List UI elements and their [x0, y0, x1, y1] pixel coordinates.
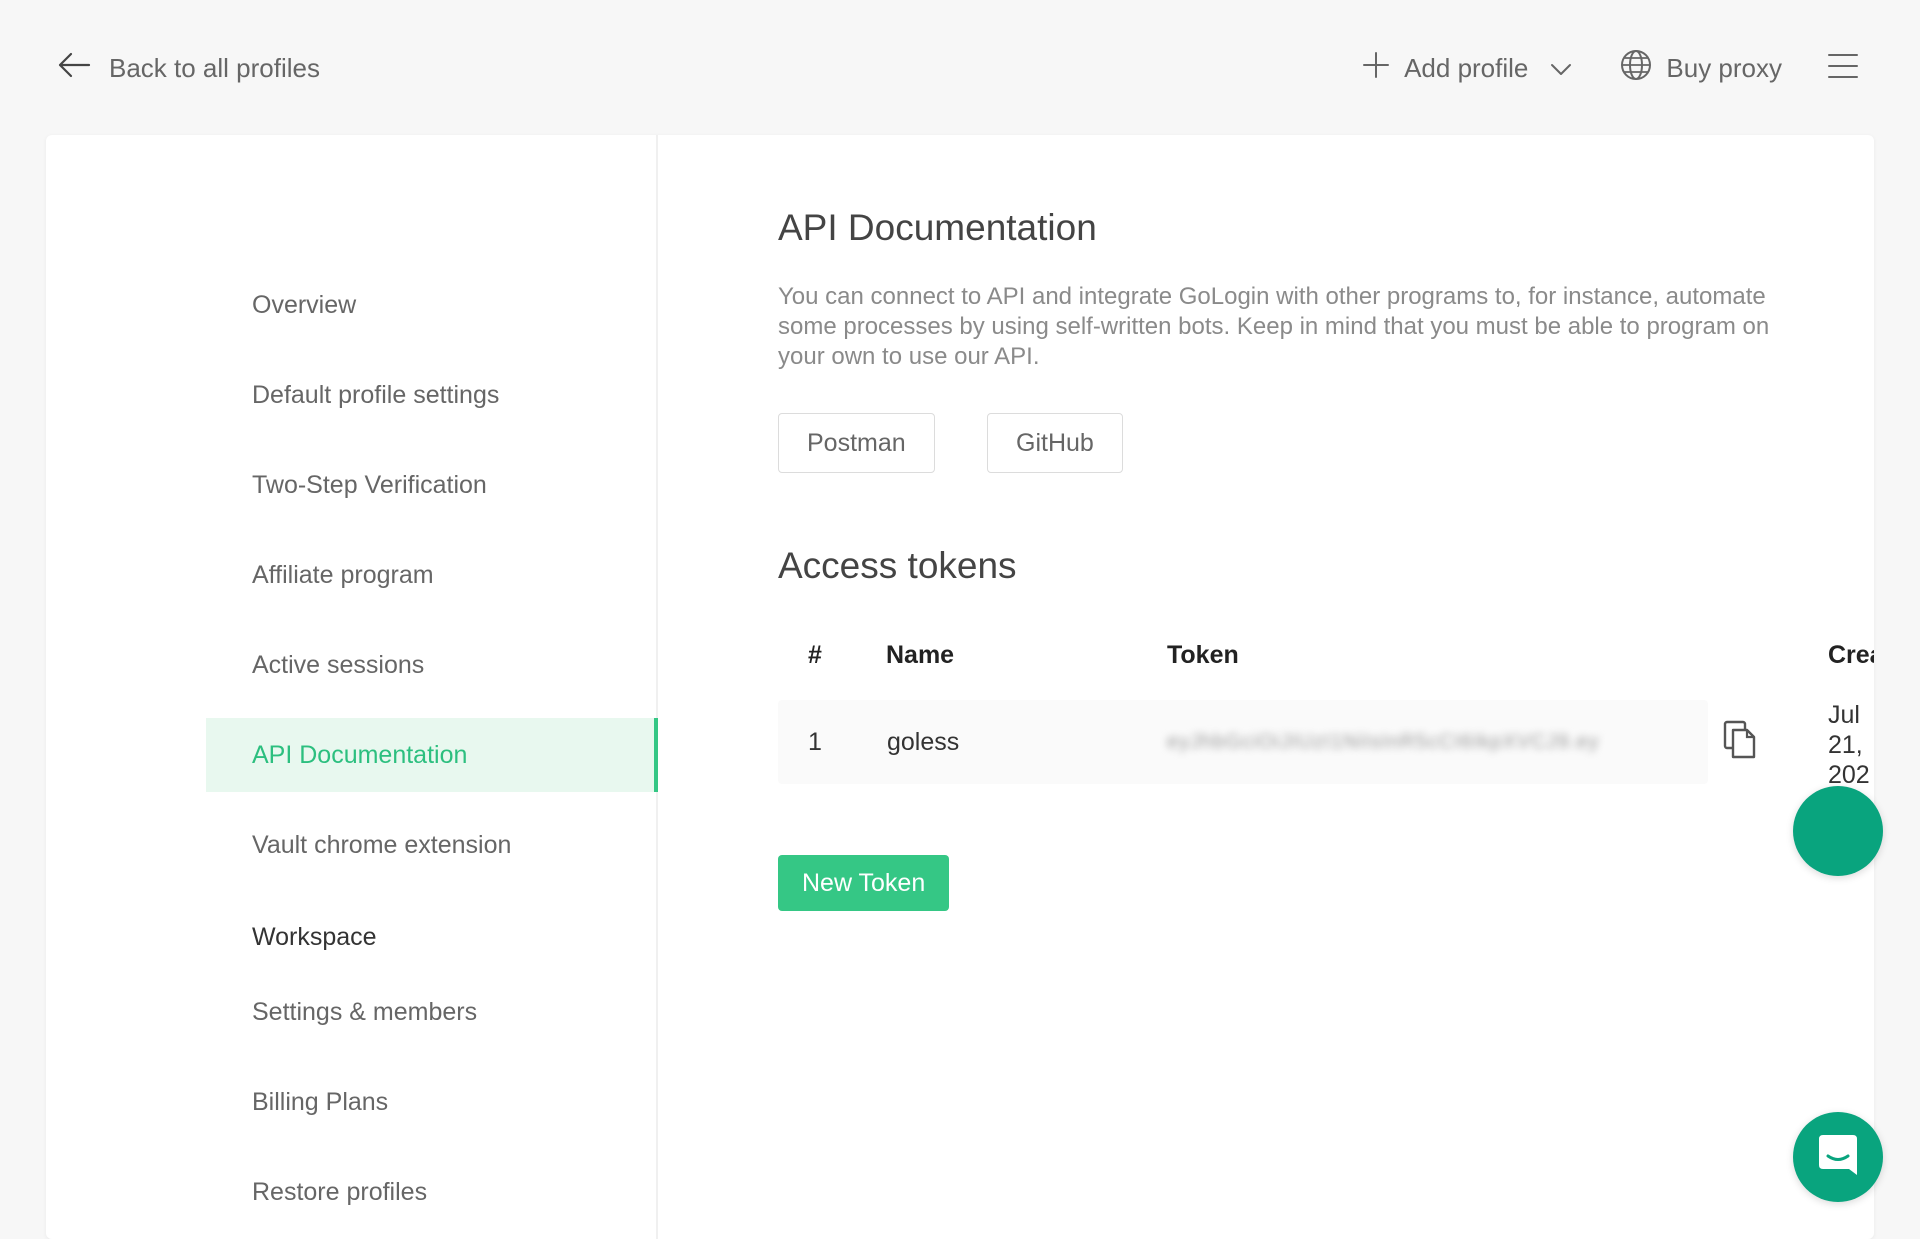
chevron-down-icon[interactable] — [1542, 53, 1572, 84]
sidebar-item-api-documentation[interactable]: API Documentation — [206, 718, 658, 792]
chat-icon — [1817, 1133, 1859, 1182]
plus-icon — [1362, 51, 1390, 86]
add-profile-button[interactable]: Add profile — [1362, 51, 1572, 86]
arrow-left-icon — [57, 51, 91, 86]
sidebar-item-overview[interactable]: Overview — [206, 268, 658, 342]
workspace-heading: Workspace — [252, 923, 377, 951]
copy-icon[interactable] — [1723, 720, 1757, 765]
sidebar-item-default-profile-settings[interactable]: Default profile settings — [206, 358, 658, 432]
chat-support-button[interactable] — [1793, 1112, 1883, 1202]
sidebar-item-label: Active sessions — [252, 650, 425, 679]
sidebar-item-restore-profiles[interactable]: Restore profiles — [206, 1155, 658, 1229]
new-token-button[interactable]: New Token — [778, 855, 950, 911]
api-documentation-panel: API Documentation You can connect to API… — [778, 135, 1874, 1239]
sidebar-item-active-sessions[interactable]: Active sessions — [206, 628, 658, 702]
settings-card: Overview Default profile settings Two-St… — [46, 135, 1874, 1239]
sidebar-item-label: Two-Step Verification — [252, 470, 487, 499]
postman-button[interactable]: Postman — [778, 413, 935, 473]
sidebar-item-vault-chrome-extension[interactable]: Vault chrome extension — [206, 808, 658, 882]
token-value: eyJhbGciOiJIUzI1NiIsInR5cCI6IkpXVCJ9.ey — [1167, 730, 1600, 753]
column-header-created: Crea — [1828, 640, 1874, 669]
column-header-index: # — [808, 640, 822, 669]
token-index: 1 — [808, 727, 822, 756]
column-header-name: Name — [886, 640, 955, 669]
table-row: 1 goless eyJhbGciOiJIUzI1NiIsInR5cCI6Ikp… — [778, 700, 1708, 784]
globe-icon — [1620, 49, 1652, 88]
buy-proxy-label: Buy proxy — [1666, 52, 1782, 83]
token-name: goless — [887, 727, 960, 756]
sidebar-item-affiliate-program[interactable]: Affiliate program — [206, 538, 658, 612]
github-button[interactable]: GitHub — [987, 413, 1123, 473]
api-description: You can connect to API and integrate GoL… — [778, 283, 1770, 370]
sidebar-item-label: Billing Plans — [252, 1087, 389, 1116]
sidebar-item-label: Affiliate program — [252, 560, 434, 589]
sidebar-item-label: Vault chrome extension — [252, 830, 512, 859]
sidebar-item-label: Overview — [252, 290, 357, 319]
top-bar: Back to all profiles Add profile Buy pro… — [0, 0, 1920, 135]
sidebar-item-label: Default profile settings — [252, 380, 500, 409]
sidebar-item-billing-plans[interactable]: Billing Plans — [206, 1065, 658, 1139]
token-created-date: Jul 21, 202 — [1828, 701, 1870, 789]
buy-proxy-button[interactable]: Buy proxy — [1620, 49, 1782, 88]
add-profile-label: Add profile — [1404, 52, 1529, 83]
sidebar-item-settings-members[interactable]: Settings & members — [206, 975, 658, 1049]
settings-sidebar: Overview Default profile settings Two-St… — [46, 135, 658, 1239]
back-to-profiles-link[interactable]: Back to all profiles — [57, 48, 320, 88]
back-link-label: Back to all profiles — [109, 52, 320, 83]
sidebar-item-label: Restore profiles — [252, 1177, 428, 1206]
floating-action-button[interactable] — [1793, 786, 1883, 876]
sidebar-item-two-step-verification[interactable]: Two-Step Verification — [206, 448, 658, 522]
access-tokens-title: Access tokens — [778, 545, 1017, 586]
hamburger-menu-icon[interactable] — [1828, 53, 1858, 84]
page-title: API Documentation — [778, 207, 1097, 248]
sidebar-item-label: Settings & members — [252, 997, 478, 1026]
sidebar-item-label: API Documentation — [252, 740, 468, 769]
top-actions: Add profile Buy proxy — [1362, 48, 1858, 88]
column-header-token: Token — [1167, 640, 1239, 669]
